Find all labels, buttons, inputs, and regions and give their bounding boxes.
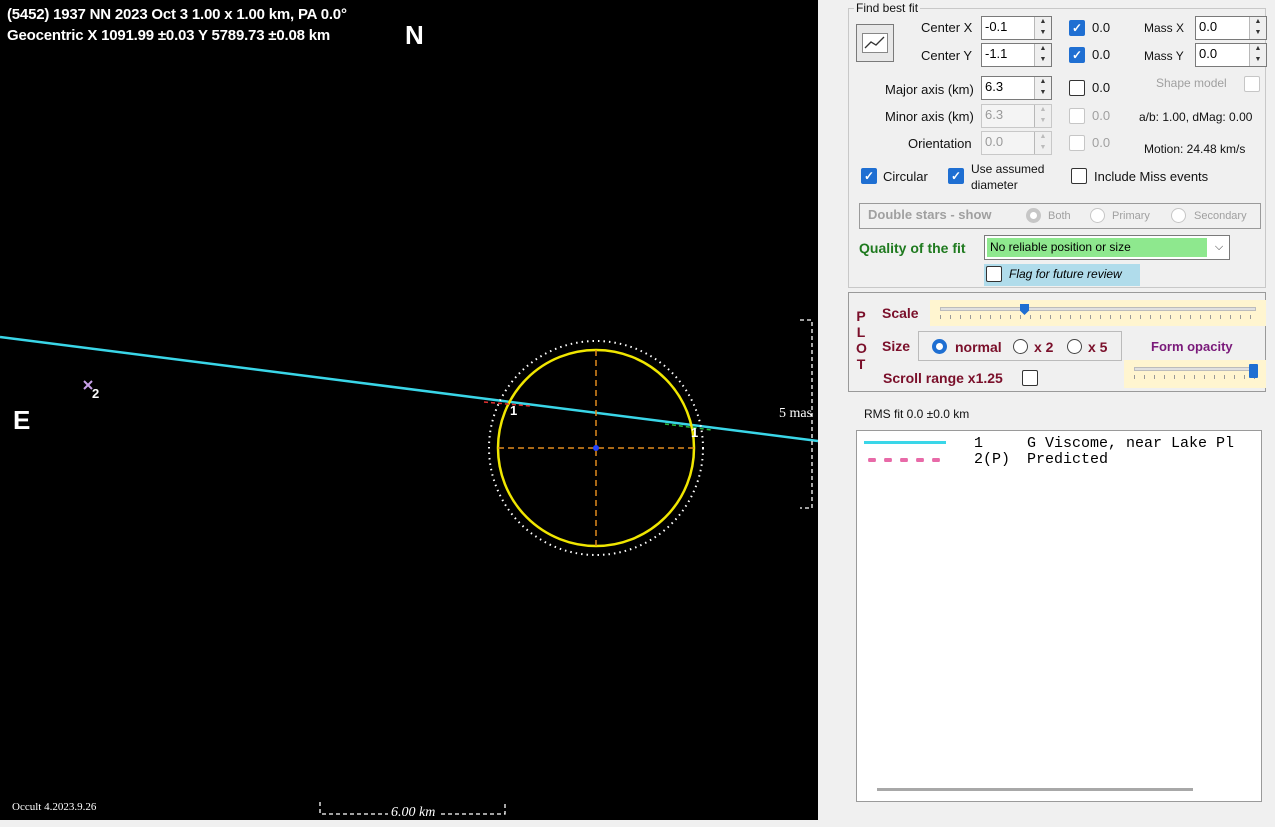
plot-vertical-label: PLOT xyxy=(856,308,867,372)
quality-select[interactable]: No reliable position or size ⌵ xyxy=(984,235,1230,260)
legend-num-2: 2(P) xyxy=(974,451,1011,468)
minor-axis-label: Minor axis (km) xyxy=(885,109,974,124)
double-primary-label: Primary xyxy=(1112,210,1150,222)
motion-readout: Motion: 24.48 km/s xyxy=(1144,142,1246,156)
plot-title: (5452) 1937 NN 2023 Oct 3 1.00 x 1.00 km… xyxy=(7,6,347,23)
mass-x-label: Mass X xyxy=(1144,21,1185,35)
mass-x-input[interactable]: 0.0 ▲ ▼ xyxy=(1195,16,1267,40)
mass-y-input[interactable]: 0.0 ▲ ▼ xyxy=(1195,43,1267,67)
opacity-slider[interactable] xyxy=(1128,364,1262,382)
minor-axis-check-value: 0.0 xyxy=(1092,108,1111,123)
double-stars-title: Double stars - show xyxy=(868,207,992,222)
major-axis-check-value: 0.0 xyxy=(1092,80,1111,95)
horizontal-scrollbar[interactable] xyxy=(877,788,1193,791)
legend-line-2 xyxy=(864,458,946,462)
size-x5-radio[interactable] xyxy=(1067,339,1082,354)
center-x-check-value: 0.0 xyxy=(1092,20,1111,35)
north-label: N xyxy=(405,20,424,50)
km-scale-label: 6.00 km xyxy=(388,805,439,820)
plot-canvas xyxy=(0,319,818,815)
double-secondary-radio[interactable] xyxy=(1171,208,1186,223)
include-miss-checkbox[interactable] xyxy=(1071,168,1087,184)
scroll-range-label: Scroll range x1.25 xyxy=(883,370,1003,386)
size-label: Size xyxy=(882,338,911,354)
fit-chart-icon xyxy=(862,33,888,53)
legend-line-1 xyxy=(864,441,946,444)
geocentric-coords: Geocentric X 1091.99 ±0.03 Y 5789.73 ±0.… xyxy=(7,27,330,44)
star-label: 2 xyxy=(92,386,100,401)
center-x-checkbox[interactable]: ✓ xyxy=(1069,20,1085,36)
quality-label: Quality of the fit xyxy=(859,240,966,256)
legend-num-1: 1 xyxy=(974,435,984,452)
center-x-label: Center X xyxy=(921,20,973,35)
flag-review-checkbox[interactable] xyxy=(986,266,1002,282)
orientation-checkbox[interactable] xyxy=(1069,135,1085,151)
center-marker xyxy=(593,445,599,451)
center-y-label: Center Y xyxy=(921,48,973,63)
opacity-slider-thumb[interactable] xyxy=(1249,364,1258,378)
chord-label-disappear: 1 xyxy=(510,403,518,418)
star-marker xyxy=(83,380,93,390)
use-assumed-line2: diameter xyxy=(971,178,1018,192)
mass-y-label: Mass Y xyxy=(1144,49,1184,63)
major-axis-label: Major axis (km) xyxy=(885,82,974,97)
scroll-range-checkbox[interactable] xyxy=(1022,370,1038,386)
observer-legend-list[interactable]: 1 G Viscome, near Lake Pl 2(P) Predicted xyxy=(856,430,1262,802)
size-normal-label: normal xyxy=(955,339,1002,355)
major-axis-input[interactable]: 6.3 ▲ ▼ xyxy=(981,76,1052,100)
quality-select-value: No reliable position or size xyxy=(987,238,1207,257)
occultation-plot[interactable]: (5452) 1937 NN 2023 Oct 3 1.00 x 1.00 km… xyxy=(0,0,818,820)
orientation-check-value: 0.0 xyxy=(1092,135,1111,150)
size-x5-label: x 5 xyxy=(1088,339,1108,355)
center-y-input[interactable]: -1.1 ▲ ▼ xyxy=(981,43,1052,67)
scale-slider[interactable] xyxy=(934,304,1262,322)
version-label: Occult 4.2023.9.26 xyxy=(12,801,97,813)
center-y-checkbox[interactable]: ✓ xyxy=(1069,47,1085,63)
circular-label: Circular xyxy=(883,169,928,184)
circular-checkbox[interactable]: ✓ xyxy=(861,168,877,184)
double-primary-radio[interactable] xyxy=(1090,208,1105,223)
orientation-input[interactable]: 0.0 ▲ ▼ xyxy=(981,131,1052,155)
size-x2-radio[interactable] xyxy=(1013,339,1028,354)
legend-text-1: G Viscome, near Lake Pl xyxy=(1027,435,1235,452)
form-opacity-label: Form opacity xyxy=(1151,339,1233,354)
rms-fit-readout: RMS fit 0.0 ±0.0 km xyxy=(864,407,970,421)
mas-scale-label: 5 mas xyxy=(779,406,813,421)
double-secondary-label: Secondary xyxy=(1194,210,1247,222)
use-assumed-checkbox[interactable]: ✓ xyxy=(948,168,964,184)
scale-label: Scale xyxy=(882,305,919,321)
east-label: E xyxy=(13,405,31,435)
center-y-check-value: 0.0 xyxy=(1092,47,1111,62)
include-miss-label: Include Miss events xyxy=(1094,169,1209,184)
chord-label-reappear: 1 xyxy=(691,425,699,440)
find-best-fit-title: Find best fit xyxy=(854,1,921,15)
chevron-down-icon: ⌵ xyxy=(1214,241,1224,253)
fit-panel: Find best fit Center X -0.1 ▲ ▼ ✓ 0.0 Mass… xyxy=(818,0,1275,827)
minor-axis-input[interactable]: 6.3 ▲ ▼ xyxy=(981,104,1052,128)
shape-model-checkbox[interactable] xyxy=(1244,76,1260,92)
fit-button[interactable] xyxy=(856,24,894,62)
center-x-input[interactable]: -0.1 ▲ ▼ xyxy=(981,16,1052,40)
size-normal-radio[interactable] xyxy=(932,339,947,354)
double-both-label: Both xyxy=(1048,210,1071,222)
shape-model-label: Shape model xyxy=(1156,76,1227,90)
ab-dmag-readout: a/b: 1.00, dMag: 0.00 xyxy=(1139,110,1253,124)
minor-axis-checkbox[interactable] xyxy=(1069,108,1085,124)
orientation-label: Orientation xyxy=(908,136,972,151)
flag-review-label: Flag for future review xyxy=(1009,267,1122,281)
scale-slider-thumb[interactable] xyxy=(1020,304,1029,315)
double-both-radio[interactable] xyxy=(1026,208,1041,223)
major-axis-checkbox[interactable] xyxy=(1069,80,1085,96)
size-x2-label: x 2 xyxy=(1034,339,1054,355)
use-assumed-line1: Use assumed xyxy=(971,162,1045,176)
legend-text-2: Predicted xyxy=(1027,451,1109,468)
